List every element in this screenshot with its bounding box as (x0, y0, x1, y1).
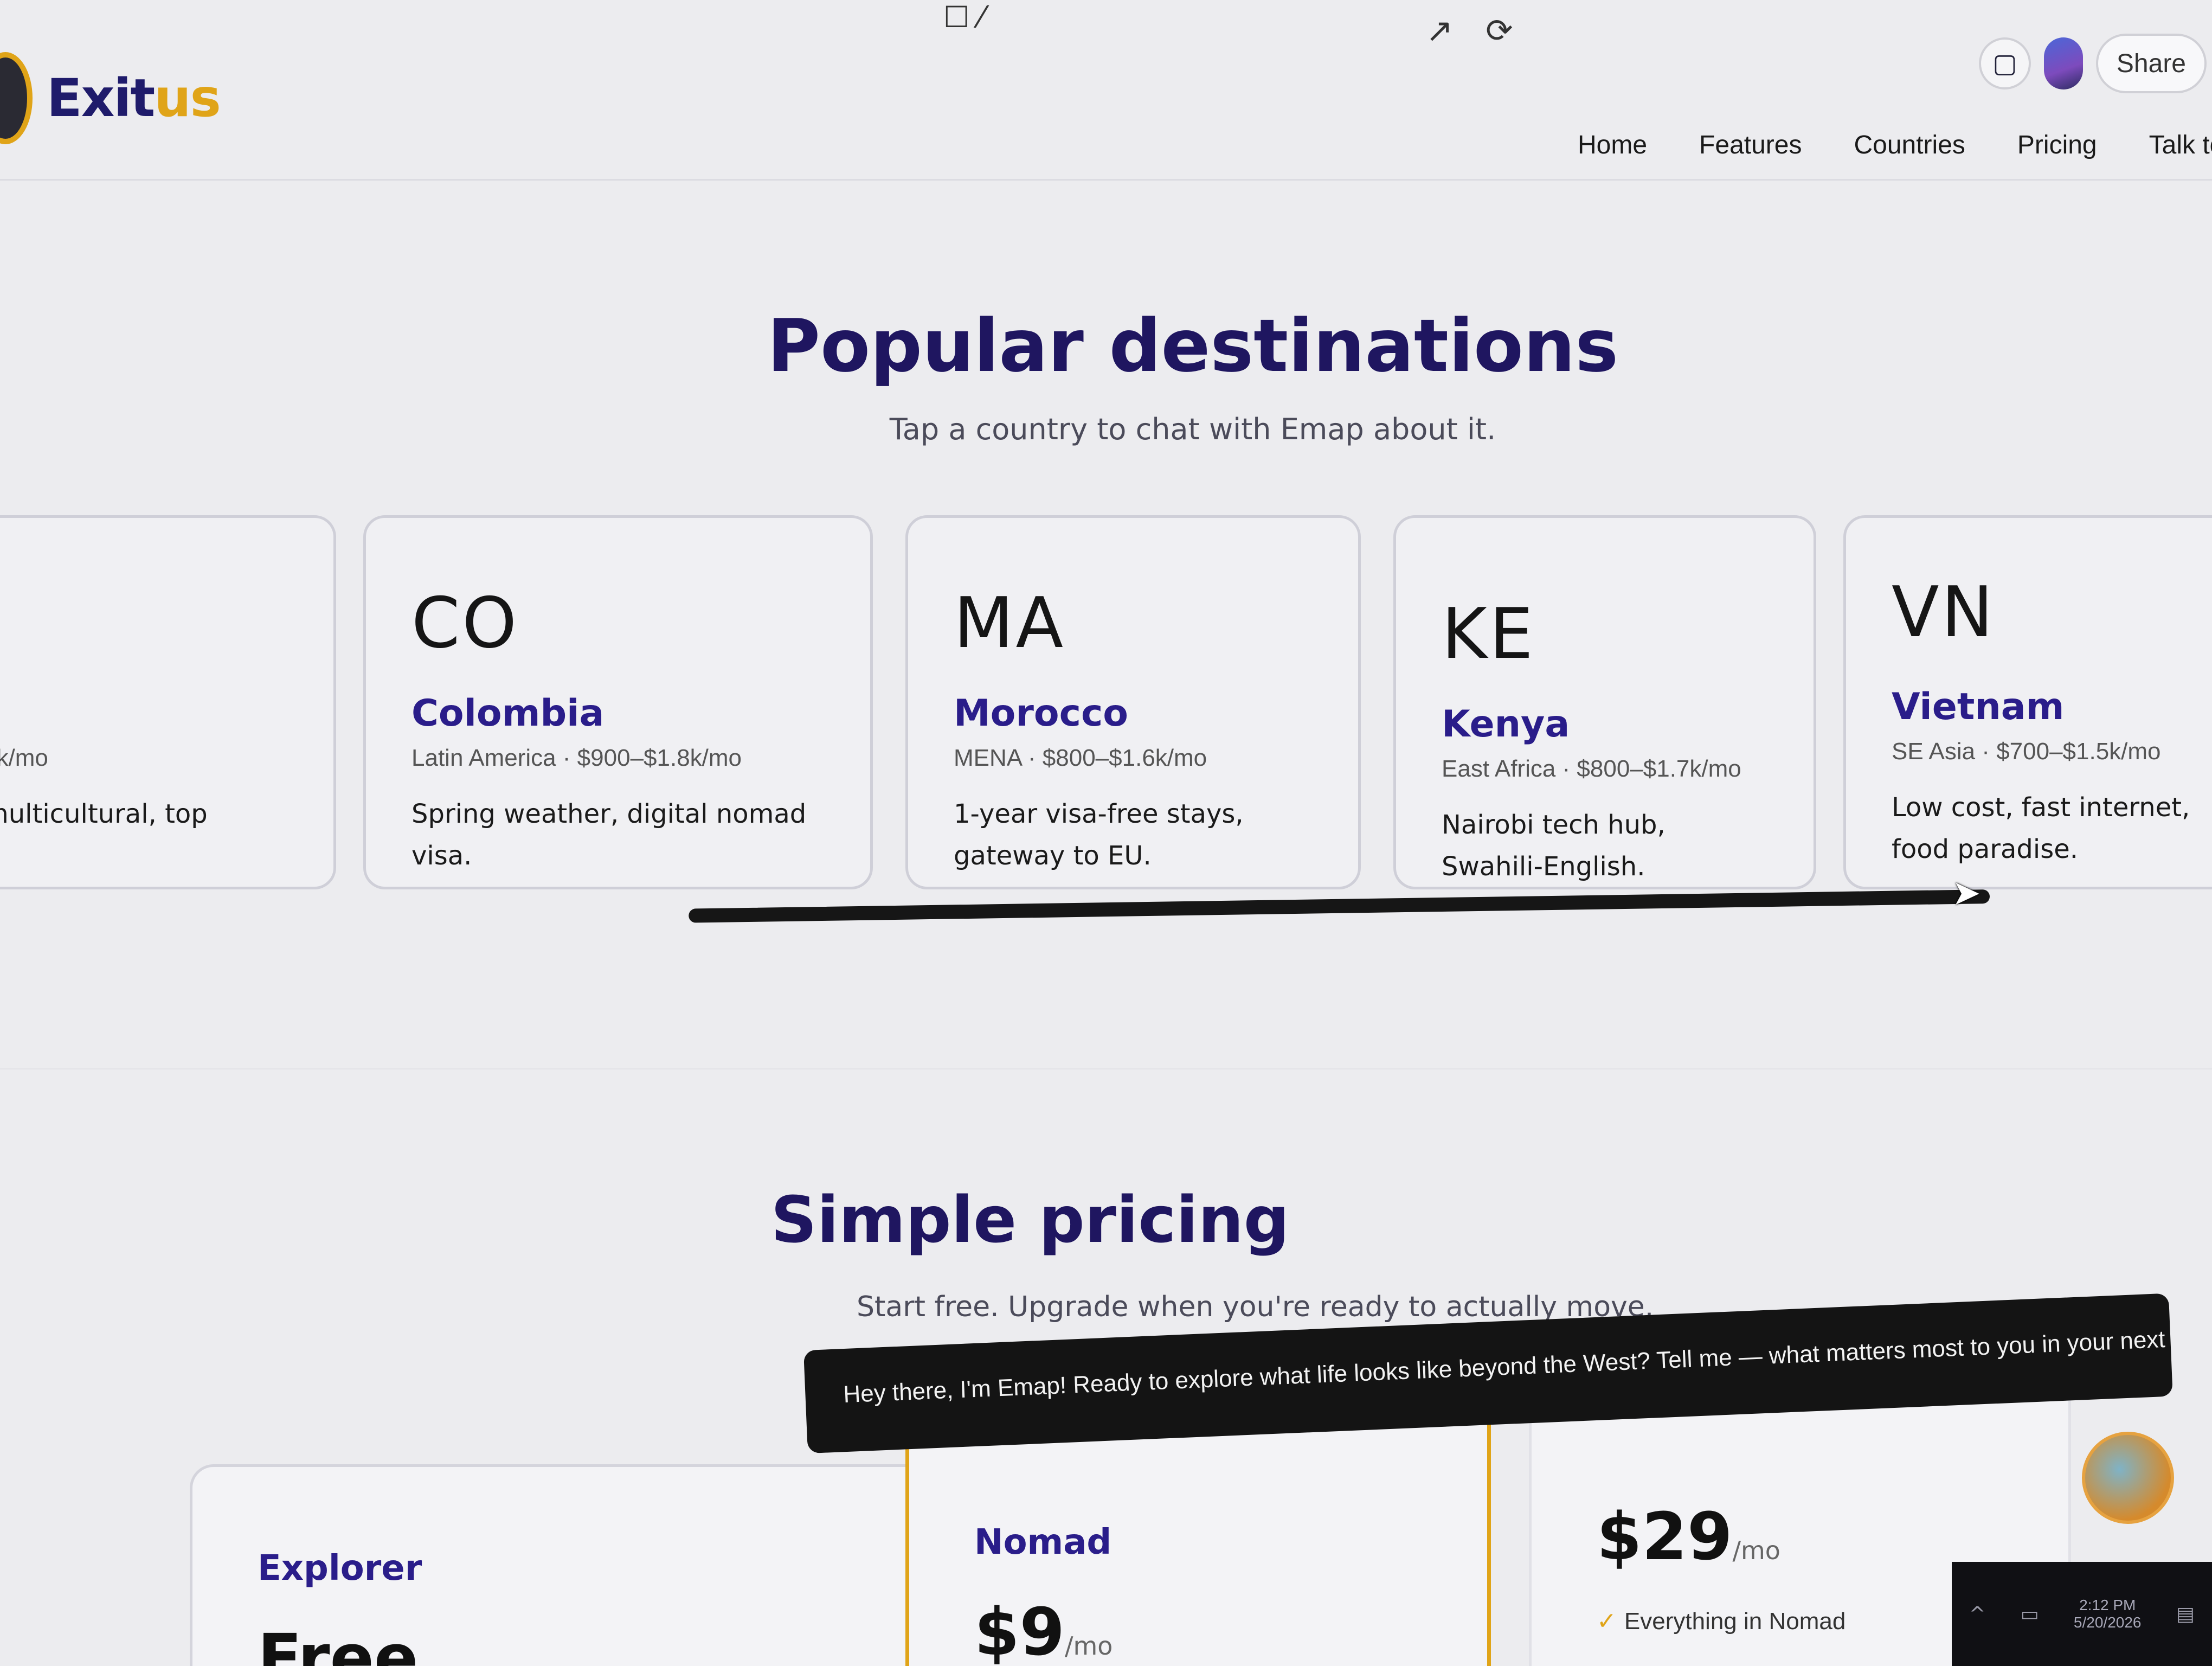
logo-icon (0, 52, 33, 144)
destination-card-colombia[interactable]: CO Colombia Latin America · $900–$1.8k/m… (363, 515, 873, 889)
nav-countries[interactable]: Countries (1854, 130, 1965, 160)
logo-text: Exitus (47, 68, 221, 129)
emap-chat-avatar[interactable] (2082, 1432, 2174, 1524)
browser-toolbar: ↗ ⟳ (1426, 12, 1513, 50)
destination-card-vietnam[interactable]: VN Vietnam SE Asia · $700–$1.5k/mo Low c… (1843, 515, 2212, 889)
destinations-subtitle: Tap a country to chat with Emap about it… (889, 412, 1496, 446)
taskbar-clock[interactable]: 2:12 PM 5/20/2026 (2074, 1597, 2142, 1631)
country-code: CO (411, 583, 519, 664)
destinations-title: Popular destinations (767, 304, 1619, 388)
avatar[interactable] (2043, 37, 2083, 89)
logo[interactable]: Exitus (0, 52, 221, 144)
pricing-title: Simple pricing (770, 1182, 1290, 1257)
destination-card-kenya[interactable]: KE Kenya East Africa · $800–$1.7k/mo Nai… (1393, 515, 1816, 889)
card-desc: Nairobi tech hub, Swahili-English. (1442, 810, 1666, 882)
plan-name: Nomad (974, 1522, 1112, 1562)
card-meta: SE Asia · $700–$1.5k/mo (1892, 738, 2161, 765)
country-name: Vietnam (1892, 685, 2065, 728)
nav-talk-to-emap[interactable]: Talk to Ema (2149, 130, 2212, 160)
card-desc: 1-year visa-free stays, gateway to EU. (954, 799, 1244, 871)
nav-home[interactable]: Home (1578, 130, 1647, 160)
plan-feature: ✓ Everything in Nomad (1597, 1608, 1846, 1635)
card-meta: Latin America · $900–$1.8k/mo (411, 745, 742, 771)
destination-card-morocco[interactable]: MA Morocco MENA · $800–$1.6k/mo 1-year v… (905, 515, 1361, 889)
browser-chrome: ☐ ⁄ ↗ ⟳ ▢ Share (0, 0, 2212, 93)
destination-card-partial[interactable]: 2k/mo multicultural, top (0, 515, 336, 889)
share-button[interactable]: Share (2095, 34, 2207, 93)
network-icon[interactable]: ▭ (2021, 1603, 2039, 1625)
nav-features[interactable]: Features (1699, 130, 1802, 160)
country-code: VN (1892, 572, 1996, 653)
country-name: Colombia (411, 692, 605, 735)
card-desc: multicultural, top (0, 799, 208, 829)
window-icon[interactable]: ☐ ⁄ (943, 0, 984, 34)
card-desc: Spring weather, digital nomad visa. (411, 799, 807, 871)
notification-icon[interactable]: ▤ (2176, 1603, 2195, 1625)
comment-icon[interactable]: ▢ (1978, 37, 2031, 89)
country-name: Kenya (1442, 703, 1570, 746)
pricing-subtitle: Start free. Upgrade when you're ready to… (857, 1291, 1654, 1323)
header-divider (0, 179, 2212, 181)
section-divider (0, 1068, 2212, 1069)
plan-card-explorer[interactable]: Explorer Free (190, 1464, 949, 1666)
plan-price: $9/mo (974, 1595, 1113, 1666)
tray-chevron-icon[interactable]: ^ (1969, 1603, 1985, 1625)
expand-icon[interactable]: ↗ (1426, 12, 1453, 50)
card-meta: 2k/mo (0, 745, 48, 771)
country-code: KE (1442, 594, 1535, 675)
card-desc: Low cost, fast internet, food paradise. (1892, 792, 2190, 864)
carousel-scrollbar[interactable] (689, 889, 1990, 923)
country-name: Morocco (954, 692, 1128, 735)
card-meta: East Africa · $800–$1.7k/mo (1442, 755, 1741, 782)
plan-price: Free (258, 1621, 419, 1666)
card-meta: MENA · $800–$1.6k/mo (954, 745, 1207, 771)
taskbar: ^ ▭ 2:12 PM 5/20/2026 ▤ (1952, 1562, 2212, 1666)
mouse-cursor-icon: ➤ (1952, 873, 1981, 913)
plan-price: $29/mo (1597, 1500, 1780, 1575)
toolbar-right: ▢ Share (1978, 34, 2207, 93)
refresh-icon[interactable]: ⟳ (1486, 12, 1513, 50)
country-code: MA (954, 583, 1065, 664)
nav-pricing[interactable]: Pricing (2017, 130, 2097, 160)
main-nav: Home Features Countries Pricing Talk to … (1578, 130, 2212, 160)
check-icon: ✓ (1597, 1608, 1617, 1635)
scrollbar-thumb[interactable] (689, 889, 1990, 923)
plan-name: Explorer (258, 1548, 422, 1588)
